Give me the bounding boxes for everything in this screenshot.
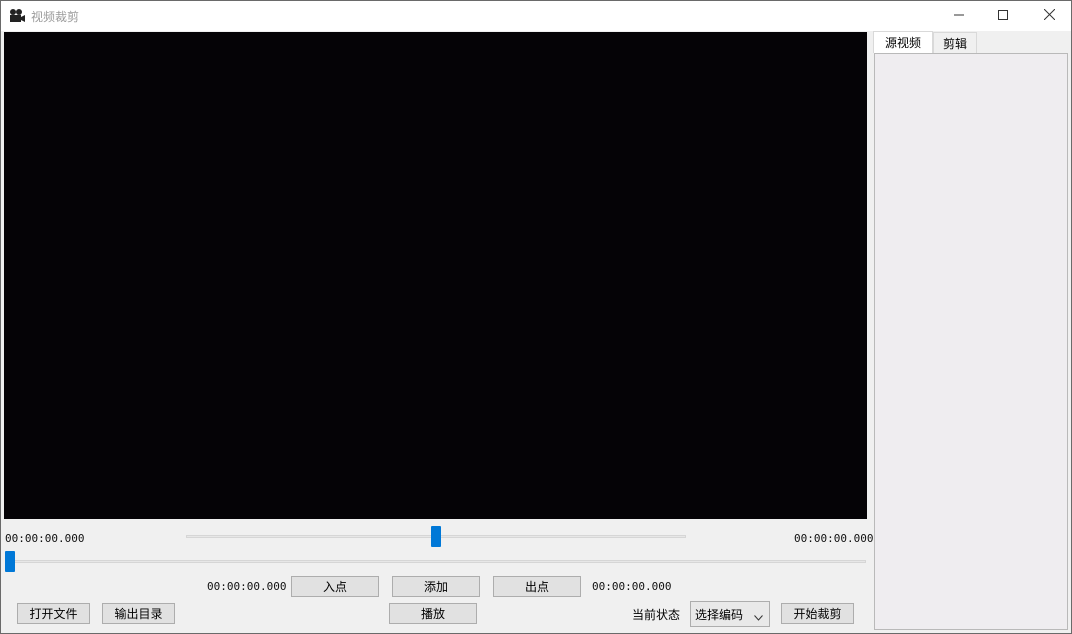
total-time: 00:00:00.000 [794,532,874,545]
video-camera-icon [9,8,26,23]
maximize-icon [998,9,1008,23]
output-dir-button[interactable]: 输出目录 [102,603,175,624]
start-crop-button[interactable]: 开始裁剪 [781,603,854,624]
add-clip-button[interactable]: 添加 [392,576,480,597]
out-point-button[interactable]: 出点 [493,576,581,597]
close-button[interactable] [1026,1,1072,31]
window-title: 视频裁剪 [31,10,80,24]
video-preview [4,32,867,519]
in-time: 00:00:00.000 [207,580,287,593]
out-time: 00:00:00.000 [592,580,672,593]
title-bar[interactable]: 视频裁剪 [1,1,1071,31]
current-time: 00:00:00.000 [5,532,85,545]
minimize-button[interactable] [936,1,982,31]
encoding-select[interactable]: 选择编码 [690,601,770,627]
open-file-button[interactable]: 打开文件 [17,603,90,624]
app-window: 视频裁剪 00:00:00.000 00:00:00.000 00:00:00.… [0,0,1072,634]
maximize-button[interactable] [980,1,1026,31]
minimize-icon [954,9,964,23]
source-video-list[interactable] [874,53,1068,630]
close-icon [1043,8,1055,23]
progress-slider-track[interactable] [6,560,866,563]
tab-source-video[interactable]: 源视频 [873,31,933,53]
encoding-select-value: 选择编码 [695,607,744,622]
tab-clips[interactable]: 剪辑 [933,32,977,53]
volume-slider-thumb[interactable] [431,526,441,547]
chevron-down-icon [754,610,763,624]
status-label: 当前状态 [632,608,681,622]
in-point-button[interactable]: 入点 [291,576,379,597]
progress-slider-thumb[interactable] [5,551,15,572]
play-button[interactable]: 播放 [389,603,477,624]
